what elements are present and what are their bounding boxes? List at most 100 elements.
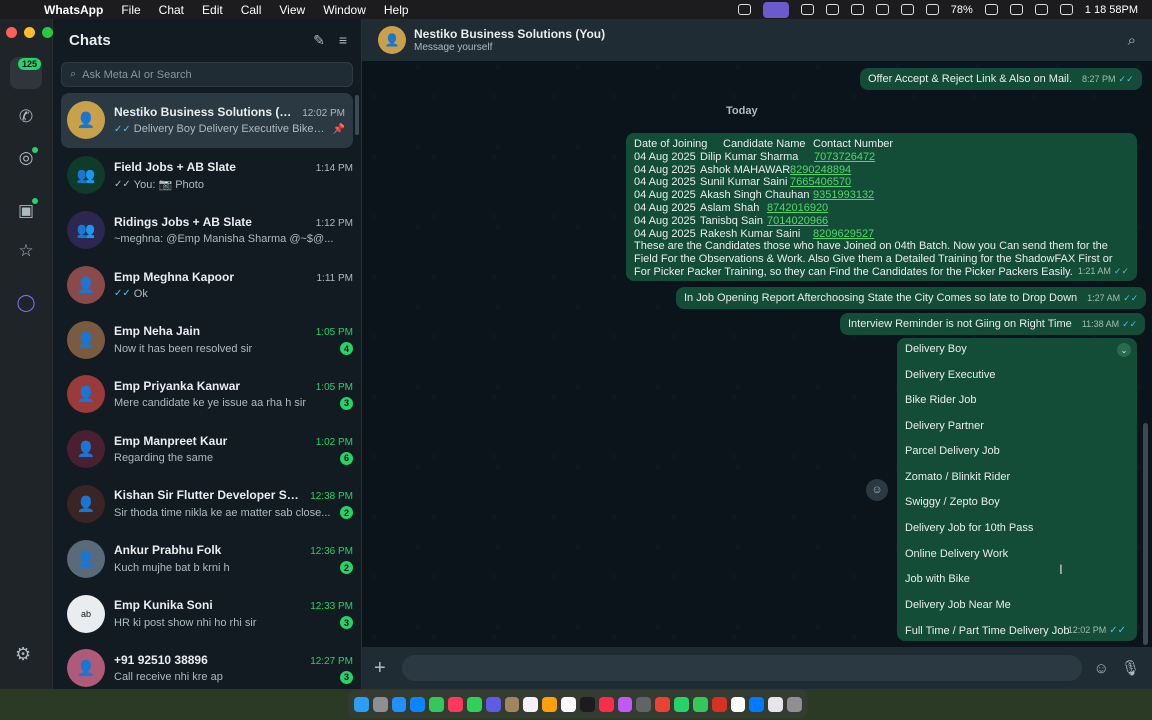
chat-row-manpreet[interactable]: 👤 Emp Manpreet Kaur 1:02 PM Regarding the… xyxy=(53,422,361,477)
chat-row-neha[interactable]: 👤 Emp Neha Jain 1:05 PM Now it has been r… xyxy=(53,312,361,367)
chat-row-ridings-jobs[interactable]: 👥 Ridings Jobs + AB Slate 1:12 PM ~meghna… xyxy=(53,203,361,258)
chat-name: Emp Kunika Soni xyxy=(114,598,213,613)
tv-icon[interactable] xyxy=(579,696,595,712)
menu-view[interactable]: View xyxy=(279,3,305,17)
photos-icon[interactable] xyxy=(429,696,445,712)
message-input[interactable] xyxy=(402,655,1082,681)
table-message-bubble[interactable]: Date of Joining Candidate Name Contact Num… xyxy=(626,133,1137,281)
attachment-icon[interactable] xyxy=(825,4,839,15)
document-icon[interactable] xyxy=(768,696,784,712)
react-emoji-icon[interactable]: ☺ xyxy=(866,479,888,501)
menu-chat[interactable]: Chat xyxy=(159,3,184,17)
trash-icon[interactable] xyxy=(787,696,802,712)
menu-call[interactable]: Call xyxy=(241,3,262,17)
calendar-icon[interactable] xyxy=(523,696,539,712)
chevron-down-icon[interactable]: ⌄ xyxy=(1117,343,1131,357)
avatar: 👤 xyxy=(67,265,105,304)
message-composer: + ☺ 🎙 xyxy=(362,647,1152,689)
settings-icon[interactable] xyxy=(636,696,652,712)
chat-name: Nestiko Business Solutions (You) xyxy=(114,105,297,120)
siri-icon[interactable] xyxy=(1059,4,1073,15)
chat-row-field-jobs[interactable]: 👥 Field Jobs + AB Slate 1:14 PM ✓✓ You: 📷 … xyxy=(53,148,361,203)
chat-time: 1:05 PM xyxy=(315,327,353,339)
phone-link[interactable]: 9351993132 xyxy=(813,189,874,201)
music-icon[interactable] xyxy=(900,4,914,15)
phone-link[interactable]: 7014020966 xyxy=(767,215,828,227)
music-icon[interactable] xyxy=(598,696,614,712)
launchpad-icon[interactable] xyxy=(372,696,388,712)
menu-file[interactable]: File xyxy=(121,3,140,17)
night-icon[interactable] xyxy=(925,4,939,15)
whatsapp-icon[interactable] xyxy=(674,696,689,712)
message-bubble[interactable]: Interview Reminder is not Giing on Right… xyxy=(840,313,1146,335)
phone-link[interactable]: 7665406570 xyxy=(790,176,851,188)
menu-help[interactable]: Help xyxy=(384,3,409,17)
app-icon[interactable] xyxy=(504,696,520,712)
status-icon[interactable] xyxy=(737,4,751,15)
shield-icon[interactable] xyxy=(875,4,889,15)
wifi-icon[interactable] xyxy=(1009,4,1023,15)
app-icon[interactable] xyxy=(730,696,746,712)
desktop-background xyxy=(0,689,1152,720)
app-store-icon[interactable] xyxy=(410,696,426,712)
control-center-icon[interactable] xyxy=(1034,4,1048,15)
phone-link[interactable]: 8209629527 xyxy=(813,228,874,240)
conversation-scrollbar[interactable] xyxy=(1143,423,1148,645)
app-icon[interactable] xyxy=(711,696,727,712)
unread-badge: 6 xyxy=(340,451,353,465)
chrome-icon[interactable] xyxy=(655,696,671,712)
chat-row-priyanka[interactable]: 👤 Emp Priyanka Kanwar 1:05 PM Mere candid… xyxy=(53,367,361,422)
filter-icon[interactable]: ≡ xyxy=(339,32,347,49)
phone-link[interactable]: 7073726472 xyxy=(814,151,875,163)
chat-row-meghna[interactable]: 👤 Emp Meghna Kapoor 1:11 PM ✓✓ Ok xyxy=(53,257,361,312)
app-icon[interactable] xyxy=(485,696,501,712)
avatar: 👤 xyxy=(67,101,105,140)
app-icon[interactable] xyxy=(749,696,765,712)
app-icon[interactable] xyxy=(448,696,463,712)
status-icon[interactable]: ◎ xyxy=(10,142,42,174)
clock[interactable]: 1 18 58PM xyxy=(1085,4,1138,16)
minimize-window-button[interactable] xyxy=(24,27,35,38)
safari-icon[interactable] xyxy=(391,696,407,712)
podcasts-icon[interactable] xyxy=(617,696,633,712)
screen-record-icon[interactable] xyxy=(762,1,789,18)
messages-icon[interactable] xyxy=(466,696,482,712)
finder-icon[interactable] xyxy=(354,696,369,712)
chat-row-nestiko[interactable]: 👤 Nestiko Business Solutions (You) 12:02 … xyxy=(61,93,353,148)
new-chat-icon[interactable]: ✎ xyxy=(313,32,325,49)
close-window-button[interactable] xyxy=(6,27,17,38)
search-bar[interactable]: ⌕ xyxy=(61,62,353,87)
chat-list-scrollbar[interactable] xyxy=(355,95,359,135)
emoji-icon[interactable]: ☺ xyxy=(1094,660,1109,677)
phone-link[interactable]: 8742016920 xyxy=(767,202,828,214)
zoom-window-button[interactable] xyxy=(42,27,53,38)
menu-window[interactable]: Window xyxy=(323,3,366,17)
conversation-header[interactable]: 👤 Nestiko Business Solutions (You) Messa… xyxy=(362,19,1152,61)
chat-row-phone-number[interactable]: 👤 +91 92510 38896 12:27 PM Call receive n… xyxy=(53,641,361,696)
settings-icon[interactable]: ⚙ xyxy=(15,644,31,665)
reminders-icon[interactable] xyxy=(561,696,576,712)
app-icon[interactable] xyxy=(692,696,708,712)
chat-row-kunika[interactable]: ab Emp Kunika Soni 12:33 PM HR ki post sh… xyxy=(53,586,361,641)
phone-link[interactable]: 8290248894 xyxy=(790,164,851,176)
search-input[interactable] xyxy=(82,68,323,81)
microphone-icon[interactable]: 🎙 xyxy=(1121,659,1140,677)
notes-icon[interactable] xyxy=(542,696,558,712)
search-icon[interactable]: ⌕ xyxy=(1128,32,1136,49)
chat-row-kishan[interactable]: 👤 Kishan Sir Flutter Developer Surat 12:3… xyxy=(53,477,361,532)
chat-row-ankur[interactable]: 👤 Ankur Prabhu Folk 12:36 PM Kuch mujhe b… xyxy=(53,531,361,586)
attach-plus-icon[interactable]: + xyxy=(374,657,390,680)
menu-edit[interactable]: Edit xyxy=(202,3,223,17)
notification-icon[interactable] xyxy=(850,4,864,15)
calls-icon[interactable]: ✆ xyxy=(10,101,42,133)
menu-app[interactable]: WhatsApp xyxy=(44,3,103,17)
meta-ai-icon[interactable]: ◯ xyxy=(10,287,42,319)
keyword-list-bubble[interactable]: ⌄ Delivery Boy Delivery Executive Bike R… xyxy=(897,338,1137,641)
message-time: 1:27 AM xyxy=(1087,293,1121,303)
contact-avatar[interactable]: 👤 xyxy=(378,26,406,54)
battery-icon[interactable] xyxy=(984,4,998,15)
message-bubble[interactable]: Offer Accept & Reject Link & Also on Mai… xyxy=(860,68,1142,90)
starred-icon[interactable]: ☆ xyxy=(10,235,42,267)
message-bubble[interactable]: In Job Opening Report Afterchoosing Stat… xyxy=(676,287,1147,309)
word-icon[interactable] xyxy=(800,4,814,15)
